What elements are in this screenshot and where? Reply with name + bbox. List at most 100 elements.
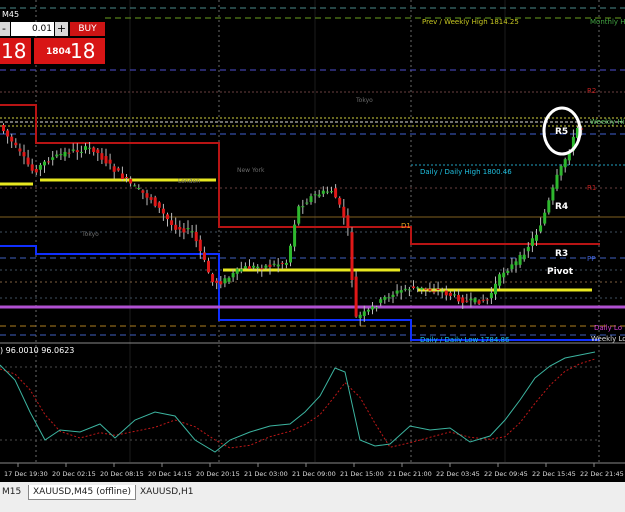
candle-body bbox=[309, 196, 313, 202]
prev-weekly-high-label: Prev / Weekly High 1814.25 bbox=[422, 18, 519, 26]
candle-body bbox=[338, 197, 342, 205]
price-chart[interactable]: Prev / Weekly High 1814.25 Monthly Hi We… bbox=[0, 0, 625, 482]
candle-body bbox=[149, 197, 153, 200]
pivot-label: Pivot bbox=[547, 267, 574, 277]
candle-body bbox=[559, 166, 563, 176]
lot-size-row: - 0.01 + BUY bbox=[0, 22, 105, 36]
candle-body bbox=[416, 287, 420, 289]
candle-body bbox=[10, 136, 14, 142]
session-separators bbox=[35, 0, 600, 462]
tab-xauusd-h1[interactable]: XAUUSD,H1 bbox=[136, 485, 198, 499]
candle-body bbox=[461, 297, 465, 303]
candle-body bbox=[420, 287, 424, 290]
buy-price-small: 1804 bbox=[46, 47, 72, 57]
sell-button[interactable]: 18 bbox=[0, 38, 31, 64]
candle-body bbox=[161, 208, 165, 214]
time-axis-label: 22 Dec 15:45 bbox=[532, 470, 576, 478]
candle-body bbox=[116, 168, 120, 171]
candle-body bbox=[502, 272, 506, 278]
candle-body bbox=[354, 276, 358, 317]
candle-body bbox=[55, 154, 59, 157]
candle-body bbox=[301, 206, 305, 208]
r2-right-label: R2 bbox=[587, 87, 596, 95]
candle-body bbox=[469, 298, 473, 301]
buy-label-button[interactable]: BUY bbox=[70, 22, 105, 36]
candle-body bbox=[125, 177, 128, 178]
candle-body bbox=[174, 224, 178, 230]
candle-body bbox=[457, 294, 461, 302]
candle-body bbox=[555, 174, 559, 189]
lot-increase-button[interactable]: + bbox=[55, 22, 68, 36]
tab-m15[interactable]: M15 bbox=[0, 485, 25, 499]
candle-body bbox=[75, 150, 79, 153]
r4-label: R4 bbox=[555, 202, 568, 212]
one-click-trading-panel: M45 - 0.01 + BUY 18 1804 18 bbox=[0, 10, 105, 64]
candle-body bbox=[305, 202, 309, 204]
candle-body bbox=[547, 200, 551, 213]
candle-body bbox=[276, 264, 280, 267]
candle-body bbox=[530, 238, 534, 246]
time-axis-label: 20 Dec 14:15 bbox=[148, 470, 192, 478]
candle-body bbox=[252, 265, 256, 268]
candle-body bbox=[432, 291, 436, 293]
buy-button[interactable]: 1804 18 bbox=[34, 38, 105, 64]
candle-body bbox=[51, 157, 55, 160]
candle-body bbox=[96, 149, 100, 153]
candle-body bbox=[379, 299, 383, 303]
buy-price-big: 18 bbox=[70, 39, 96, 63]
time-axis-label: 22 Dec 21:45 bbox=[580, 470, 624, 478]
candle-body bbox=[494, 283, 497, 295]
candle-body bbox=[334, 188, 338, 198]
panel-symbol: M45 bbox=[2, 10, 20, 19]
candle-body bbox=[108, 159, 112, 164]
candle-body bbox=[43, 161, 46, 166]
candle-body bbox=[317, 194, 321, 197]
candle-body bbox=[272, 263, 276, 265]
r5-label: R5 bbox=[555, 127, 568, 137]
candle-body bbox=[223, 278, 227, 284]
new-york-label: New York bbox=[237, 167, 265, 174]
candle-body bbox=[383, 297, 387, 300]
candle-body bbox=[293, 224, 297, 247]
candle-body bbox=[120, 173, 124, 179]
candle-body bbox=[38, 165, 42, 170]
candle-body bbox=[260, 268, 264, 270]
weekly-high-label: Weekly Hi bbox=[590, 118, 625, 126]
candle-body bbox=[358, 314, 362, 319]
tab-xauusd-m45[interactable]: XAUUSD,M45 (offline) bbox=[28, 485, 137, 500]
time-axis-label: 20 Dec 08:15 bbox=[100, 470, 144, 478]
candle-body bbox=[92, 147, 96, 152]
time-axis-label: 22 Dec 03:45 bbox=[436, 470, 480, 478]
candle-body bbox=[145, 193, 149, 198]
candle-body bbox=[207, 260, 210, 273]
candle-body bbox=[63, 151, 67, 157]
candle-body bbox=[6, 130, 10, 137]
lot-decrease-button[interactable]: - bbox=[0, 22, 10, 36]
candle-body bbox=[510, 264, 514, 270]
candle-body bbox=[182, 228, 186, 233]
candle-body bbox=[535, 234, 538, 241]
london-label: London bbox=[178, 178, 200, 185]
candle-body bbox=[100, 153, 104, 160]
tokyo-label-top: Tokyo bbox=[355, 97, 373, 104]
candle-body bbox=[280, 262, 284, 264]
candle-body bbox=[88, 147, 92, 149]
candle-body bbox=[166, 214, 169, 220]
candle-body bbox=[551, 187, 555, 201]
candle-body bbox=[215, 280, 219, 283]
candle-body bbox=[399, 290, 403, 293]
candle-body bbox=[412, 286, 415, 289]
candle-body bbox=[313, 194, 317, 196]
candle-body bbox=[428, 288, 432, 291]
candle-body bbox=[453, 294, 456, 296]
candle-body bbox=[141, 190, 145, 193]
lot-size-input[interactable]: 0.01 bbox=[11, 22, 54, 36]
candle-body bbox=[387, 297, 391, 299]
r3-label: R3 bbox=[555, 249, 568, 259]
candle-body bbox=[289, 245, 292, 263]
candle-body bbox=[34, 169, 38, 173]
candle-body bbox=[346, 215, 350, 228]
candle-body bbox=[297, 206, 301, 224]
candle-body bbox=[104, 156, 108, 164]
time-axis-label: 20 Dec 20:15 bbox=[196, 470, 240, 478]
